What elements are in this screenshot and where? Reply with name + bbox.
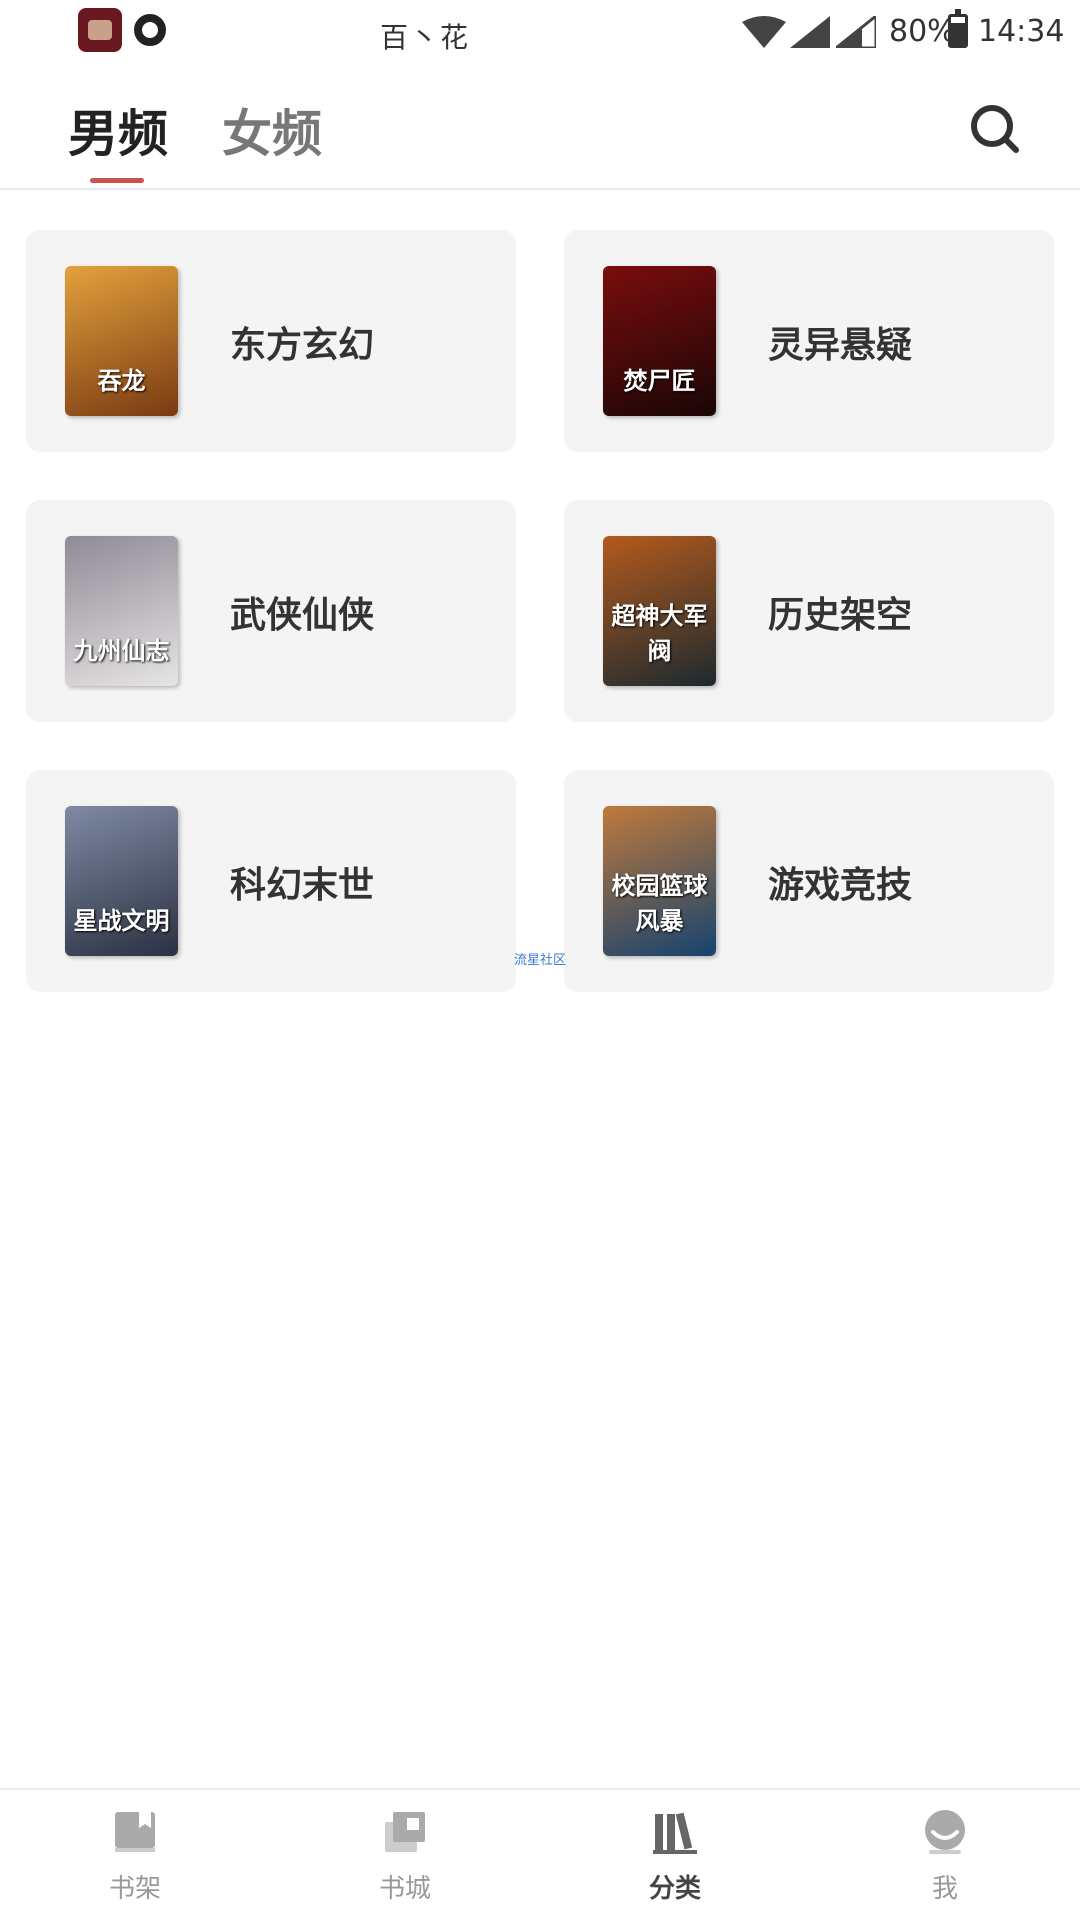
category-card[interactable]: 九州仙志 武侠仙侠 xyxy=(26,500,516,722)
book-cover-title: 吞龙 xyxy=(97,366,146,395)
book-cover-title: 焚尸匠 xyxy=(623,366,696,395)
tab-female[interactable]: 女频 xyxy=(222,94,322,166)
category-card[interactable]: 焚尸匠 灵异悬疑 xyxy=(564,230,1054,452)
nav-bookshelf[interactable]: 书架 xyxy=(75,1808,195,1905)
nav-profile-label: 我 xyxy=(931,1874,958,1904)
book-cover: 校园篮球风暴 xyxy=(603,806,716,956)
book-cover: 吞龙 xyxy=(65,266,178,416)
category-card[interactable]: 吞龙 东方玄幻 xyxy=(26,230,516,452)
book-cover: 焚尸匠 xyxy=(603,266,716,416)
gender-tab-bar: 男频 女频 xyxy=(0,80,1080,190)
category-label: 武侠仙侠 xyxy=(230,595,375,636)
nav-bookstore[interactable]: 书城 xyxy=(345,1808,465,1905)
book-cover-title: 九州仙志 xyxy=(73,636,170,665)
nav-bookshelf-label: 书架 xyxy=(108,1874,161,1904)
clock: 14:34 xyxy=(978,14,1065,49)
nav-category[interactable]: 分类 xyxy=(615,1808,735,1905)
book-cover-title: 星战文明 xyxy=(73,906,170,935)
search-icon[interactable] xyxy=(966,100,1022,156)
bottom-nav: 书架 书城 分类 我 xyxy=(0,1788,1080,1920)
category-icon xyxy=(653,1812,697,1854)
nav-bookstore-label: 书城 xyxy=(378,1874,431,1904)
nav-profile[interactable]: 我 xyxy=(885,1808,1005,1905)
bookshelf-icon xyxy=(115,1812,155,1852)
battery-icon xyxy=(948,9,968,48)
status-title: 百丶花 xyxy=(380,21,471,54)
battery-percentage: 80% xyxy=(889,14,956,49)
category-label: 科幻末世 xyxy=(230,865,375,906)
category-label: 东方玄幻 xyxy=(230,325,375,366)
book-cover-title: 校园篮球风暴 xyxy=(611,871,708,935)
book-cover-title: 超神大军阀 xyxy=(611,601,708,665)
watermark: 流星社区 xyxy=(514,953,567,968)
category-card[interactable]: 星战文明 科幻末世 xyxy=(26,770,516,992)
wifi-icon xyxy=(742,16,786,48)
signal-icon xyxy=(836,16,876,48)
app-notification-icon xyxy=(78,8,122,52)
category-card[interactable]: 校园篮球风暴 游戏竞技 xyxy=(564,770,1054,992)
category-label: 历史架空 xyxy=(768,595,913,636)
tab-male[interactable]: 男频 xyxy=(68,94,168,166)
profile-icon xyxy=(925,1810,965,1854)
signal-icon xyxy=(790,16,830,48)
book-cover: 星战文明 xyxy=(65,806,178,956)
status-bar: 百丶花 80% 14:34 xyxy=(0,0,1080,64)
nav-category-label: 分类 xyxy=(648,1874,701,1904)
active-tab-indicator xyxy=(90,178,144,183)
category-label: 游戏竞技 xyxy=(768,865,913,906)
ring-notification-icon xyxy=(134,14,166,46)
book-cover: 九州仙志 xyxy=(65,536,178,686)
bookstore-icon xyxy=(385,1812,425,1852)
category-label: 灵异悬疑 xyxy=(768,325,913,366)
category-card[interactable]: 超神大军阀 历史架空 xyxy=(564,500,1054,722)
book-cover: 超神大军阀 xyxy=(603,536,716,686)
